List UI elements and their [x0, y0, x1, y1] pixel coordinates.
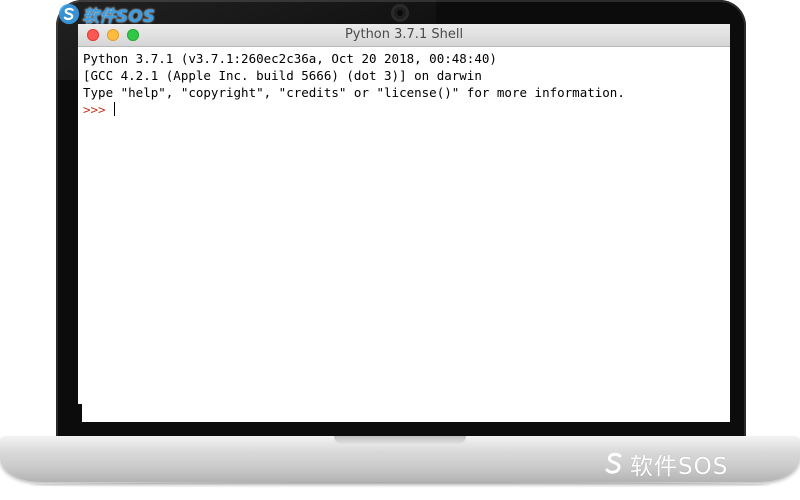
screen-edge: [78, 404, 82, 422]
watermark-bottom: 软件SOS: [602, 449, 729, 480]
python-shell-window: Python 3.7.1 Shell Python 3.7.1 (v3.7.1:…: [78, 24, 730, 422]
banner-line-help: Type "help", "copyright", "credits" or "…: [83, 85, 625, 100]
watermark-bottom-logo-icon: [605, 452, 622, 474]
watermark-top: 软件SOS: [58, 2, 155, 27]
laptop-mockup: Python 3.7.1 Shell Python 3.7.1 (v3.7.1:…: [0, 0, 800, 500]
base-shadow: [30, 482, 770, 488]
camera-icon: [391, 4, 409, 22]
shell-text-area[interactable]: Python 3.7.1 (v3.7.1:260ec2c36a, Oct 20 …: [83, 50, 723, 410]
text-cursor: [114, 102, 116, 116]
banner-line-compiler: [GCC 4.2.1 (Apple Inc. build 5666) (dot …: [83, 68, 482, 83]
prompt-line[interactable]: >>>: [83, 101, 723, 118]
banner-line-version: Python 3.7.1 (v3.7.1:260ec2c36a, Oct 20 …: [83, 51, 497, 66]
window-title: Python 3.7.1 Shell: [344, 27, 464, 42]
watermark-bottom-text: 软件SOS: [630, 454, 729, 480]
shell-prompt: >>>: [83, 102, 114, 117]
laptop-opening-notch: [334, 436, 466, 444]
watermark-top-text: 软件SOS: [82, 6, 155, 27]
window-titlebar[interactable]: Python 3.7.1 Shell: [78, 24, 730, 47]
watermark-logo-icon: [58, 3, 80, 25]
